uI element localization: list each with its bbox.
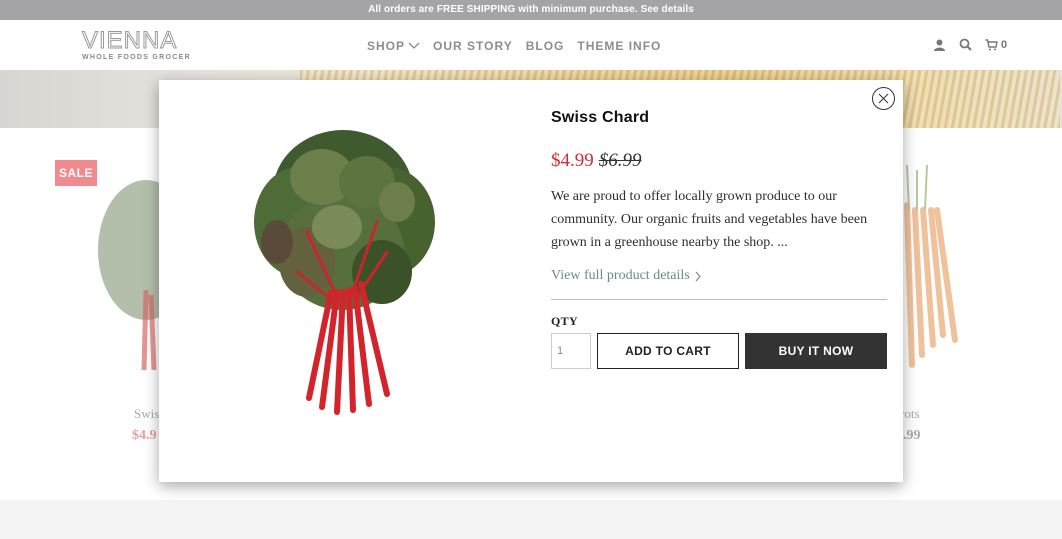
close-button[interactable] [872,87,895,110]
product-price-bg-right: .99 [903,428,921,443]
logo[interactable]: VIENNA WHOLE FOODS GROCER [82,27,196,61]
nav-theme-info[interactable]: THEME INFO [577,39,661,53]
compare-price: $6.99 [598,150,642,171]
close-icon [878,93,889,104]
qty-label: QTY [551,314,578,328]
product-image [254,130,435,415]
product-title-bg-left[interactable]: Swis [134,406,159,422]
sale-price: $4.99 [551,150,594,171]
user-icon[interactable] [933,39,946,51]
logo-tagline: WHOLE FOODS GROCER [82,54,191,61]
sale-badge: SALE [55,160,97,186]
chevron-down-icon [408,42,420,49]
logo-name: VIENNA [82,27,178,54]
view-details-link[interactable]: View full product details [551,268,701,284]
product-title: Swiss Chard [551,109,650,126]
product-price-bg-left: $4.9 [132,428,157,443]
header-icons: 0 [933,38,1007,51]
nav-shop[interactable]: SHOP [367,39,420,53]
cart-icon [985,38,998,50]
site-header: VIENNA WHOLE FOODS GROCER SHOP OUR STORY… [0,20,1062,70]
cart-count: 0 [1001,38,1008,51]
search-icon[interactable] [959,38,972,51]
view-details-label: View full product details [551,268,690,283]
quantity-input[interactable] [551,333,591,369]
nav-blog[interactable]: BLOG [526,39,565,53]
product-image-chard-bg[interactable] [96,170,166,370]
nav-shop-label: SHOP [367,39,406,53]
quick-view-modal: Swiss Chard $4.99 $6.99 We are proud to … [159,80,903,482]
add-to-cart-button[interactable]: ADD TO CART [597,333,739,369]
footer-band [0,500,1062,539]
divider [551,299,887,300]
nav-our-story[interactable]: OUR STORY [433,39,513,53]
announcement-bar[interactable]: All orders are FREE SHIPPING with minimu… [0,0,1062,20]
price-block: $4.99 $6.99 [551,150,642,172]
product-image-carrots-bg[interactable] [897,165,962,385]
chevron-right-icon [695,271,701,281]
product-description: We are proud to offer locally grown prod… [551,189,868,250]
main-nav: SHOP OUR STORY BLOG THEME INFO [367,39,661,53]
cart-button[interactable]: 0 [985,39,1007,51]
buy-now-button[interactable]: BUY IT NOW [745,333,887,369]
